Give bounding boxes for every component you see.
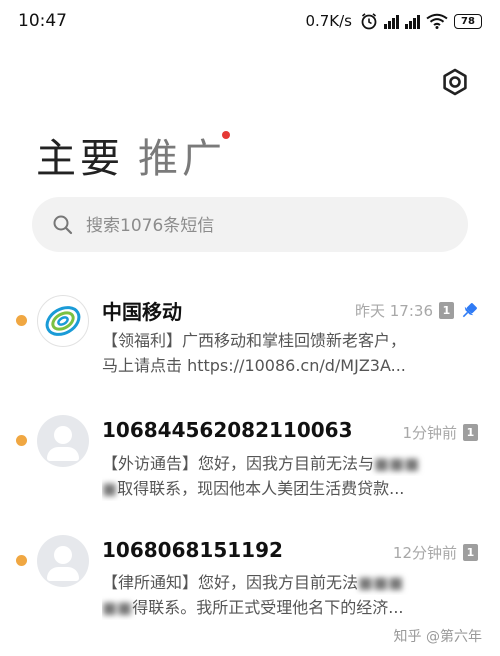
avatar [37, 535, 89, 587]
preview-text: 取得联系，现因他本人美团生活费贷款... [117, 479, 405, 498]
preview-text: 【律所通知】您好，因我方目前无法 [102, 573, 359, 592]
preview-line-2: 马上请点击 https://10086.cn/d/MJZ3A... [102, 356, 406, 375]
preview-line-1: 【领福利】广西移动和掌桂回馈新老客户， [102, 331, 407, 350]
watermark: 知乎 @第六年 [393, 629, 482, 645]
wifi-icon [426, 13, 448, 29]
message-time: 昨天 17:36 [355, 302, 433, 320]
message-preview: 【外访通告】您好，因我方目前无法与■■■ ■取得联系，现因他本人美团生活费贷款.… [102, 451, 462, 501]
message-meta: 12分钟前 1 [393, 542, 478, 563]
promotions-unread-dot [222, 131, 230, 139]
message-time: 12分钟前 [392, 544, 457, 562]
person-icon [54, 546, 72, 564]
sender-name: 10684456208211006​3 [102, 418, 353, 442]
message-preview: 【领福利】广西移动和掌桂回馈新老客户， 马上请点击 https://10086.… [102, 328, 462, 378]
message-time: 1分钟前 [402, 424, 457, 442]
status-time: 10:47 [18, 11, 67, 31]
signal-icon-sim2 [405, 13, 420, 29]
message-item[interactable]: 中国移动 昨天 17:36 1 【领福利】广西移动和掌桂回馈新老客户， 马上请点… [0, 290, 500, 408]
sim-badge: 1 [463, 544, 478, 561]
message-meta: 1分钟前 1 [402, 422, 478, 443]
preview-line-1: 【外访通告】您好，因我方目前无法与■■■ [102, 451, 462, 476]
person-icon [54, 426, 72, 444]
redacted-text: ■■■ [374, 454, 420, 473]
search-input[interactable] [84, 197, 448, 254]
preview-text: 【外访通告】您好，因我方目前无法与 [102, 454, 375, 473]
gear-icon[interactable] [440, 67, 470, 97]
message-meta: 昨天 17:36 1 [355, 300, 478, 321]
preview-line-2: ■■得联系。我所正式受理他名下的经济... [102, 595, 462, 620]
status-bar: 10:47 0.7K/s 78 [0, 0, 500, 44]
avatar [37, 415, 89, 467]
redacted-text: ■■ [102, 598, 133, 617]
sender-name: 中国移动 [102, 300, 182, 324]
alarm-icon [361, 13, 377, 30]
sim-badge: 1 [439, 302, 454, 319]
tab-main[interactable]: 主要 [36, 126, 124, 184]
tab-promotions[interactable]: 推广 [138, 126, 226, 184]
message-item[interactable]: 10684456208211006​3 1分钟前 1 【外访通告】您好，因我方目… [0, 410, 500, 528]
unread-dot [16, 555, 27, 566]
search-icon [53, 215, 73, 235]
battery-indicator: 78 [454, 13, 482, 29]
message-preview: 【律所通知】您好，因我方目前无法■■■ ■■得联系。我所正式受理他名下的经济..… [102, 570, 462, 620]
network-speed: 0.7K/s [305, 12, 352, 30]
preview-text: 得联系。我所正式受理他名下的经济... [132, 598, 404, 617]
redacted-text: ■ [102, 479, 118, 498]
sim-badge: 1 [463, 424, 478, 441]
unread-dot [16, 315, 27, 326]
preview-line-2: ■取得联系，现因他本人美团生活费贷款... [102, 476, 462, 501]
unread-dot [16, 435, 27, 446]
search-bar[interactable] [32, 197, 468, 254]
redacted-text: ■■■ [358, 573, 404, 592]
signal-icon-sim1 [384, 13, 399, 29]
china-mobile-logo [37, 295, 89, 347]
battery-level: 78 [461, 15, 475, 27]
pin-icon [462, 302, 477, 317]
preview-line-1: 【律所通知】您好，因我方目前无法■■■ [102, 570, 462, 595]
sender-name: 1068068151192 [102, 538, 283, 562]
status-icons: 0.7K/s 78 [305, 10, 482, 32]
